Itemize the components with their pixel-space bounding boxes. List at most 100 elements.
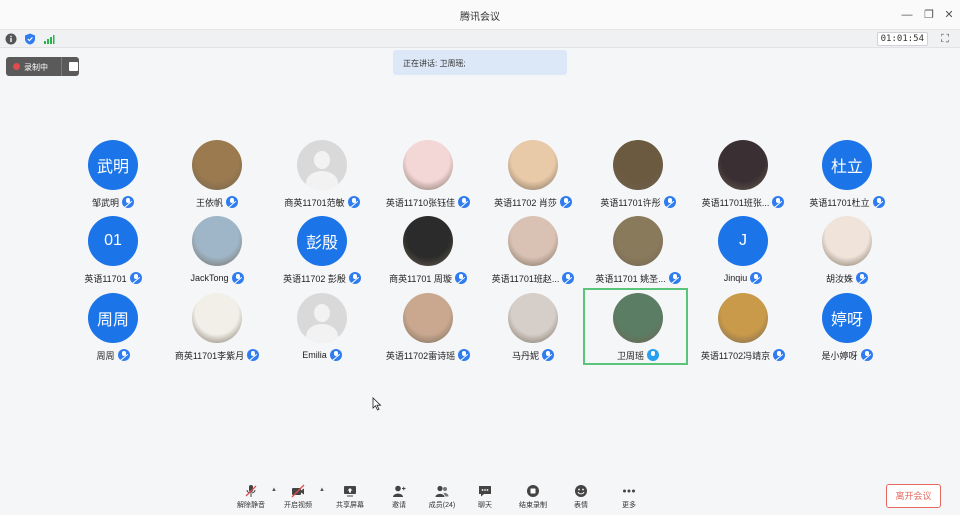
participant-name-row: JackTong xyxy=(165,271,269,285)
microphone-muted-icon xyxy=(348,272,361,284)
microphone-muted-icon xyxy=(117,349,130,361)
microphone-muted-icon xyxy=(458,349,471,361)
participant-tile[interactable]: 英语11701许彤 xyxy=(586,140,690,210)
participant-name: 英语11701 姚圣... xyxy=(595,273,666,284)
participant-name: 英语11701杜立 xyxy=(809,197,870,208)
reactions-button[interactable]: 表情 xyxy=(559,482,603,512)
participant-tile[interactable]: 杜立英语11701杜立 xyxy=(795,140,899,210)
participant-name: Jinqiu xyxy=(723,273,748,283)
participant-tile[interactable]: 英语11702冯靖京 xyxy=(691,293,795,363)
participant-name: 马丹妮 xyxy=(511,350,539,361)
participant-name-row: 英语11702 彭殷 xyxy=(270,271,374,285)
share-screen-icon xyxy=(344,486,356,497)
share-screen-label: 共享屏幕 xyxy=(336,502,364,509)
participant-avatar: 杜立 xyxy=(822,140,872,190)
participant-name-row: 是小婷呀 xyxy=(795,348,899,362)
participant-name-row: 英语11701杜立 xyxy=(795,195,899,209)
participant-tile[interactable]: 周周 周周 xyxy=(61,293,165,363)
participant-name: 邹武明 xyxy=(91,197,119,208)
participant-name: 英语11701 xyxy=(84,273,127,284)
participant-avatar xyxy=(822,216,872,266)
participant-tile[interactable]: 英语11702 肖莎 xyxy=(481,140,585,210)
microphone-muted-icon xyxy=(856,272,868,284)
participant-tile[interactable]: Emilia xyxy=(270,293,374,363)
avatar-initials: J xyxy=(739,232,747,249)
microphone-muted-icon xyxy=(663,196,676,208)
participant-name-row: 英语11701班赵... xyxy=(481,271,585,285)
participant-tile[interactable]: 武明邹武明 xyxy=(61,140,165,210)
participant-tile[interactable]: JackTong xyxy=(165,216,269,286)
avatar-initials: 武明 xyxy=(96,159,129,176)
participant-avatar: 01 xyxy=(88,216,138,266)
participant-tile[interactable]: 英语11701班赵... xyxy=(481,216,585,286)
participant-tile[interactable]: 01 英语11701 xyxy=(61,216,165,286)
meeting-toolbar: 解除静音 ▲ 开启视频 ▲ 共享屏幕 邀请 成员(24) 聊天 结束录制 表情 … xyxy=(0,482,960,515)
participant-tile[interactable]: 婷呀 是小婷呀 xyxy=(795,293,899,363)
participant-name-row: 英语11701许彤 xyxy=(586,195,690,209)
microphone-muted-icon xyxy=(542,349,554,361)
members-button[interactable]: 成员(24) xyxy=(420,482,464,512)
participant-avatar xyxy=(508,293,558,343)
start-video-label: 开启视频 xyxy=(284,502,312,509)
participant-name: 胡汝姝 xyxy=(825,273,853,284)
participant-avatar xyxy=(403,216,453,266)
microphone-muted-icon xyxy=(872,196,885,208)
participant-tile[interactable]: 马丹妮 xyxy=(481,293,585,363)
avatar-initials: 周周 xyxy=(96,312,129,329)
participant-name-row: 王依帆 xyxy=(165,195,269,209)
participant-avatar xyxy=(508,140,558,190)
participant-avatar xyxy=(403,293,453,343)
participant-tile[interactable]: 英语11701 姚圣... xyxy=(586,216,690,286)
more-button[interactable]: 更多 xyxy=(607,482,651,512)
participant-tile[interactable]: 英语11701班张... xyxy=(691,140,795,210)
microphone-muted-icon xyxy=(122,196,134,208)
video-off-icon xyxy=(291,484,305,498)
participant-avatar xyxy=(192,216,242,266)
more-label: 更多 xyxy=(622,502,636,509)
microphone-muted-icon xyxy=(347,196,360,208)
participant-grid: 武明 邹武明 王依帆 商英11701范敏 英语11710张钰佳 英语11702 肖莎 英语1… xyxy=(0,0,960,515)
participant-avatar xyxy=(718,140,768,190)
participant-tile[interactable]: 商英11701范敏 xyxy=(270,140,374,210)
members-label: 成员(24) xyxy=(428,502,456,509)
participant-avatar: 婷呀 xyxy=(822,293,872,343)
microphone-muted-icon xyxy=(772,196,785,208)
participant-name: 王依帆 xyxy=(195,197,223,208)
participant-tile[interactable]: 英语11702雷诗瑶 xyxy=(376,293,480,363)
participant-name-row: 英语11702雷诗瑶 xyxy=(376,348,480,362)
participant-tile[interactable]: 英语11710张钰佳 xyxy=(376,140,480,210)
participant-name-row: 胡汝姝 xyxy=(795,271,899,285)
leave-meeting-button[interactable]: 离开会议 xyxy=(886,484,941,508)
microphone-muted-icon xyxy=(231,272,244,284)
invite-button[interactable]: 邀请 xyxy=(377,482,421,512)
participant-tile[interactable]: J Jinqiu xyxy=(691,216,795,286)
microphone-muted-icon xyxy=(226,196,238,208)
participant-name: 英语11702 彭殷 xyxy=(283,273,346,284)
participant-name-row: 周周 xyxy=(61,348,165,362)
participant-tile[interactable]: 王依帆 xyxy=(165,140,269,210)
more-dots-icon xyxy=(623,489,635,493)
unmute-button[interactable]: 解除静音 xyxy=(229,482,273,512)
participant-name-row: 商英11701李紫月 xyxy=(165,348,269,362)
participant-avatar: 周周 xyxy=(88,293,138,343)
participant-tile[interactable]: 彭殷 英语11702 彭殷 xyxy=(270,216,374,286)
participant-avatar: 武明 xyxy=(88,140,138,190)
participant-tile[interactable]: 商英11701 周璇 xyxy=(376,216,480,286)
chat-button[interactable]: 聊天 xyxy=(463,482,507,512)
participant-name: 英语11701许彤 xyxy=(600,197,661,208)
participant-name: 英语11702冯靖京 xyxy=(700,350,771,361)
participant-avatar xyxy=(508,216,558,266)
end-recording-button[interactable]: 结束录制 xyxy=(511,482,555,512)
participant-tile[interactable]: 胡汝姝 xyxy=(795,216,899,286)
participant-tile[interactable]: 商英11701李紫月 xyxy=(165,293,269,363)
participant-name: JackTong xyxy=(190,273,229,283)
default-avatar-icon xyxy=(297,293,347,343)
participant-avatar xyxy=(192,293,242,343)
participant-name: Emilia xyxy=(302,350,327,360)
microphone-muted-icon xyxy=(750,272,763,284)
start-video-button[interactable]: 开启视频 xyxy=(276,482,320,512)
participant-name: 英语11701班张... xyxy=(701,197,770,208)
share-screen-button[interactable]: 共享屏幕 xyxy=(328,482,372,512)
reactions-label: 表情 xyxy=(574,502,588,509)
video-options-chevron-icon[interactable]: ▲ xyxy=(319,487,325,493)
